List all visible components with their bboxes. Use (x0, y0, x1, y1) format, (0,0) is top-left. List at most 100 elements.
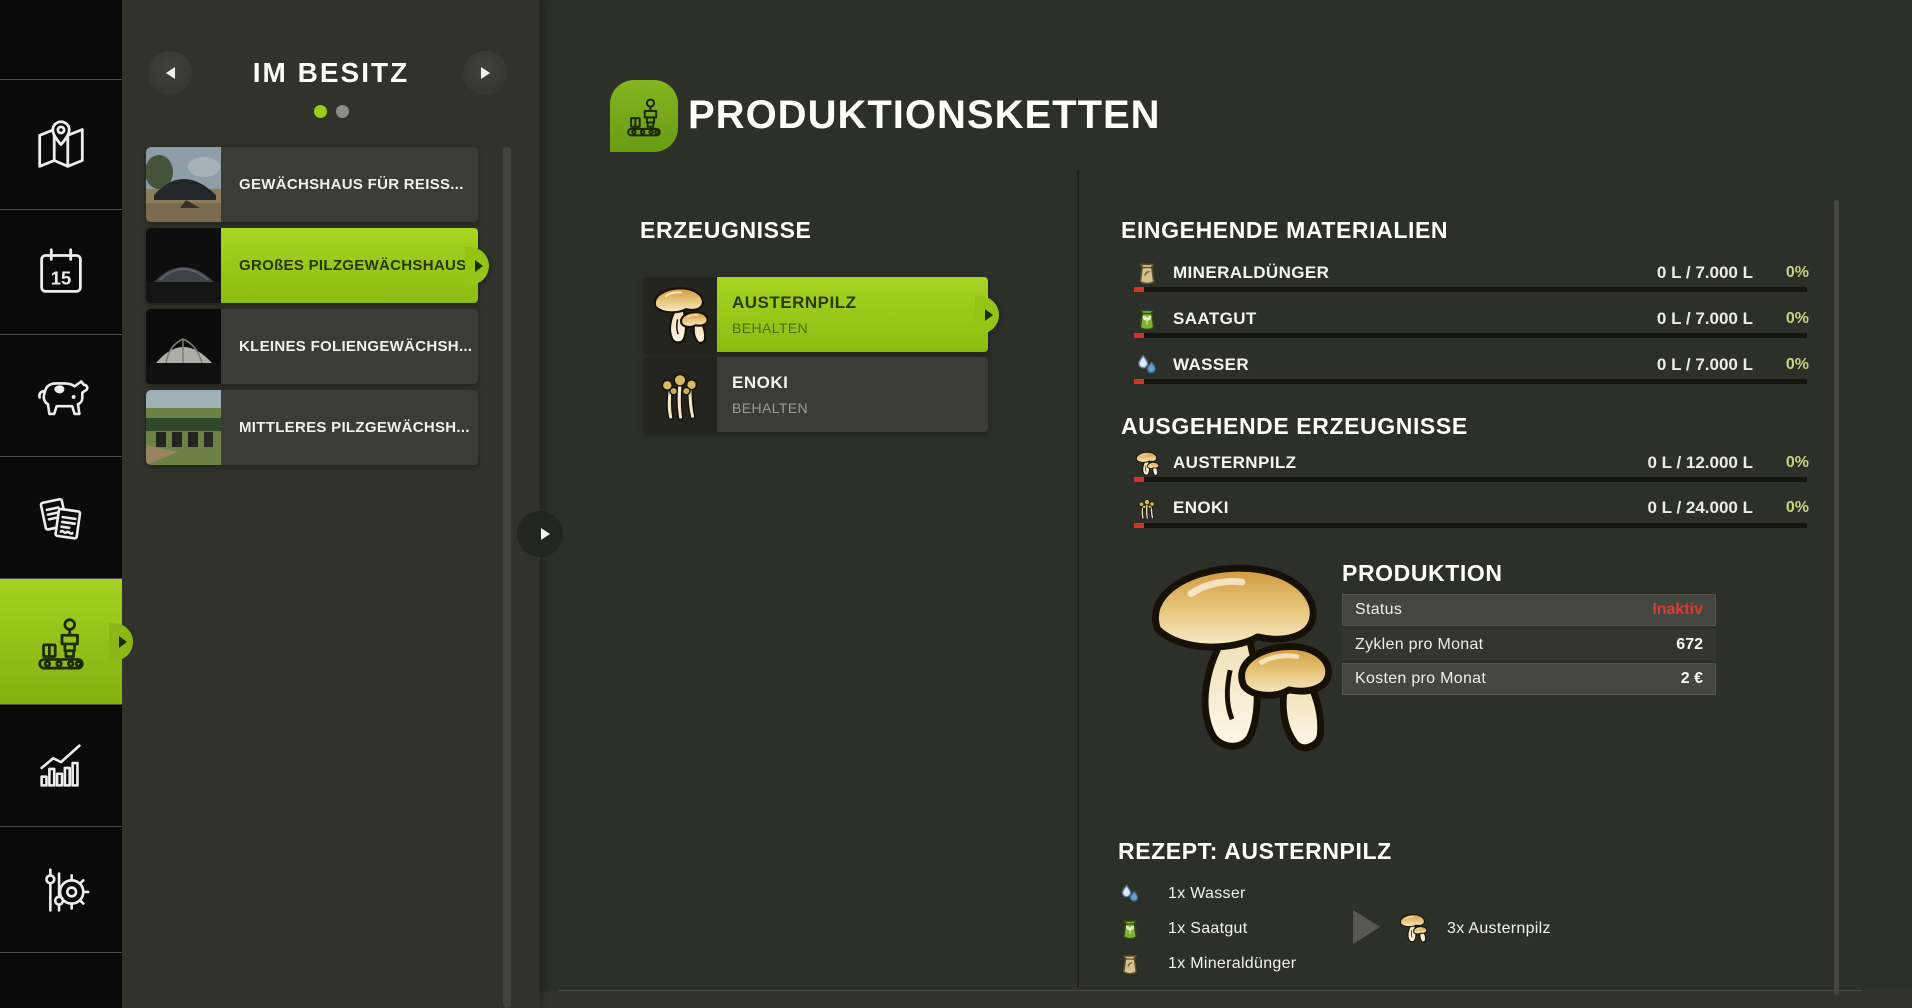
building-thumbnail (146, 228, 221, 303)
owned-buildings-panel: IM BESITZ GEWÄCHSHAUS FÜR REISS... GROßE… (122, 0, 540, 1008)
stats-icon (30, 735, 92, 797)
page-title: PRODUKTIONSKETTEN (688, 93, 1161, 138)
sidebar-item-calendar[interactable]: 15 (0, 210, 122, 334)
water-icon (1134, 352, 1160, 378)
production-icon (30, 611, 92, 673)
seeds-icon (1118, 917, 1142, 941)
progress-bar (1134, 287, 1807, 292)
product-name: AUSTERNPILZ (732, 293, 988, 313)
costs-value: 2 € (1681, 670, 1703, 688)
output-row-austernpilz: AUSTERNPILZ 0 L / 12.000 L 0% (1121, 450, 1809, 476)
page-dot-1[interactable] (314, 105, 327, 118)
svg-text:15: 15 (51, 268, 71, 289)
input-row-saatgut: SAATGUT 0 L / 7.000 L 0% (1121, 306, 1809, 332)
progress-bar (1134, 379, 1807, 384)
map-icon (30, 114, 92, 176)
recipe-ingredient-mineralduenger: 1x Mineraldünger (1118, 951, 1296, 977)
oyster-mushroom-icon (1398, 912, 1428, 949)
product-item-enoki[interactable]: ENOKI BEHALTEN (643, 357, 988, 432)
calendar-icon: 15 (30, 241, 92, 303)
oyster-mushroom-illustration (1140, 550, 1336, 767)
output-row-enoki: ENOKI 0 L / 24.000 L 0% (1121, 495, 1809, 521)
recipe-ingredient-wasser: 1x Wasser (1118, 881, 1246, 907)
input-row-mineralduenger: MINERALDÜNGER 0 L / 7.000 L 0% (1121, 260, 1809, 286)
oyster-mushroom-icon (1134, 450, 1160, 477)
fill-percent: 0% (1753, 356, 1809, 374)
status-value: Inaktiv (1652, 601, 1703, 619)
production-chains-content: PRODUKTIONSKETTEN ERZEUGNISSE AUSTERNPIL… (540, 0, 1912, 1008)
content-scrollbar[interactable] (1834, 200, 1839, 995)
fill-percent: 0% (1753, 499, 1809, 517)
main-menu-sidebar: 15 (0, 0, 122, 1008)
column-divider (1077, 170, 1079, 988)
fill-level: 0 L / 24.000 L (1647, 498, 1753, 518)
selected-item-notch (465, 247, 489, 285)
fertilizer-icon (1134, 260, 1160, 286)
product-mode: BEHALTEN (732, 400, 988, 416)
product-item-austernpilz[interactable]: AUSTERNPILZ BEHALTEN (643, 277, 988, 352)
progress-bar (1134, 333, 1807, 338)
contracts-icon (30, 487, 92, 549)
recipe-arrow-icon (1353, 910, 1380, 944)
production-row-cycles[interactable]: Zyklen pro Monat 672 (1342, 629, 1716, 660)
recipe-ingredient-saatgut: 1x Saatgut (1118, 916, 1248, 942)
owned-buildings-list: GEWÄCHSHAUS FÜR REISS... GROßES PILZGEWÄ… (146, 147, 478, 471)
fill-level: 0 L / 7.000 L (1657, 263, 1753, 283)
settings-icon (30, 859, 92, 921)
production-chains-screen: 15 (0, 0, 1912, 1008)
list-item-large-mushroom-greenhouse[interactable]: GROßES PILZGEWÄCHSHAUS (146, 228, 478, 303)
cycles-value: 672 (1676, 636, 1703, 654)
building-label: GEWÄCHSHAUS FÜR REISS... (221, 147, 478, 222)
sidebar-item-settings[interactable] (0, 827, 122, 952)
sidebar-item-animals[interactable] (0, 335, 122, 456)
sidebar-item-statistics[interactable] (0, 705, 122, 826)
production-row-status[interactable]: Status Inaktiv (1342, 594, 1716, 626)
fill-percent: 0% (1753, 264, 1809, 282)
building-label: KLEINES FOLIENGEWÄCHSH... (221, 309, 478, 384)
recipe-heading: REZEPT: AUSTERNPILZ (1118, 838, 1392, 865)
fertilizer-icon (1118, 952, 1142, 976)
building-label: MITTLERES PILZGEWÄCHSH... (221, 390, 478, 465)
building-label: GROßES PILZGEWÄCHSHAUS (221, 228, 478, 303)
fill-level: 0 L / 7.000 L (1657, 309, 1753, 329)
enoki-mushroom-icon (1134, 495, 1160, 522)
list-item-greenhouse-rice[interactable]: GEWÄCHSHAUS FÜR REISS... (146, 147, 478, 222)
progress-bar (1134, 523, 1807, 528)
seeds-icon (1134, 306, 1160, 332)
sidebar-item-map[interactable] (0, 80, 122, 209)
inputs-heading: EINGEHENDE MATERIALIEN (1121, 217, 1448, 244)
sidebar-item-contracts[interactable] (0, 457, 122, 578)
page-dot-2[interactable] (336, 105, 349, 118)
production-row-costs[interactable]: Kosten pro Monat 2 € (1342, 663, 1716, 695)
production-heading: PRODUKTION (1342, 560, 1503, 587)
building-thumbnail (146, 390, 221, 465)
fill-level: 0 L / 12.000 L (1647, 453, 1753, 473)
product-name: ENOKI (732, 373, 988, 393)
water-icon (1118, 882, 1142, 906)
panel-title: IM BESITZ (122, 57, 540, 89)
fill-percent: 0% (1753, 310, 1809, 328)
fill-level: 0 L / 7.000 L (1657, 355, 1753, 375)
building-thumbnail (146, 147, 221, 222)
bottom-band (540, 991, 1912, 1008)
progress-bar (1134, 477, 1807, 482)
selected-item-notch (975, 296, 999, 334)
oyster-mushroom-icon (643, 277, 717, 352)
products-heading: ERZEUGNISSE (640, 217, 811, 244)
list-item-small-foil-greenhouse[interactable]: KLEINES FOLIENGEWÄCHSH... (146, 309, 478, 384)
enoki-mushroom-icon (643, 357, 717, 432)
list-item-medium-mushroom-greenhouse[interactable]: MITTLERES PILZGEWÄCHSH... (146, 390, 478, 465)
production-badge-icon (610, 80, 678, 152)
sidebar-item-production[interactable] (0, 579, 122, 704)
page-dots (122, 105, 540, 118)
arrow-right-icon (541, 528, 550, 540)
buildings-scrollbar[interactable] (503, 147, 511, 1008)
panel-collapse-handle[interactable] (517, 511, 563, 557)
product-mode: BEHALTEN (732, 320, 988, 336)
building-thumbnail (146, 309, 221, 384)
fill-percent: 0% (1753, 454, 1809, 472)
bottom-divider (558, 990, 1862, 991)
input-row-wasser: WASSER 0 L / 7.000 L 0% (1121, 352, 1809, 378)
recipe-result: 3x Austernpilz (1447, 920, 1551, 938)
cow-icon (30, 365, 92, 427)
